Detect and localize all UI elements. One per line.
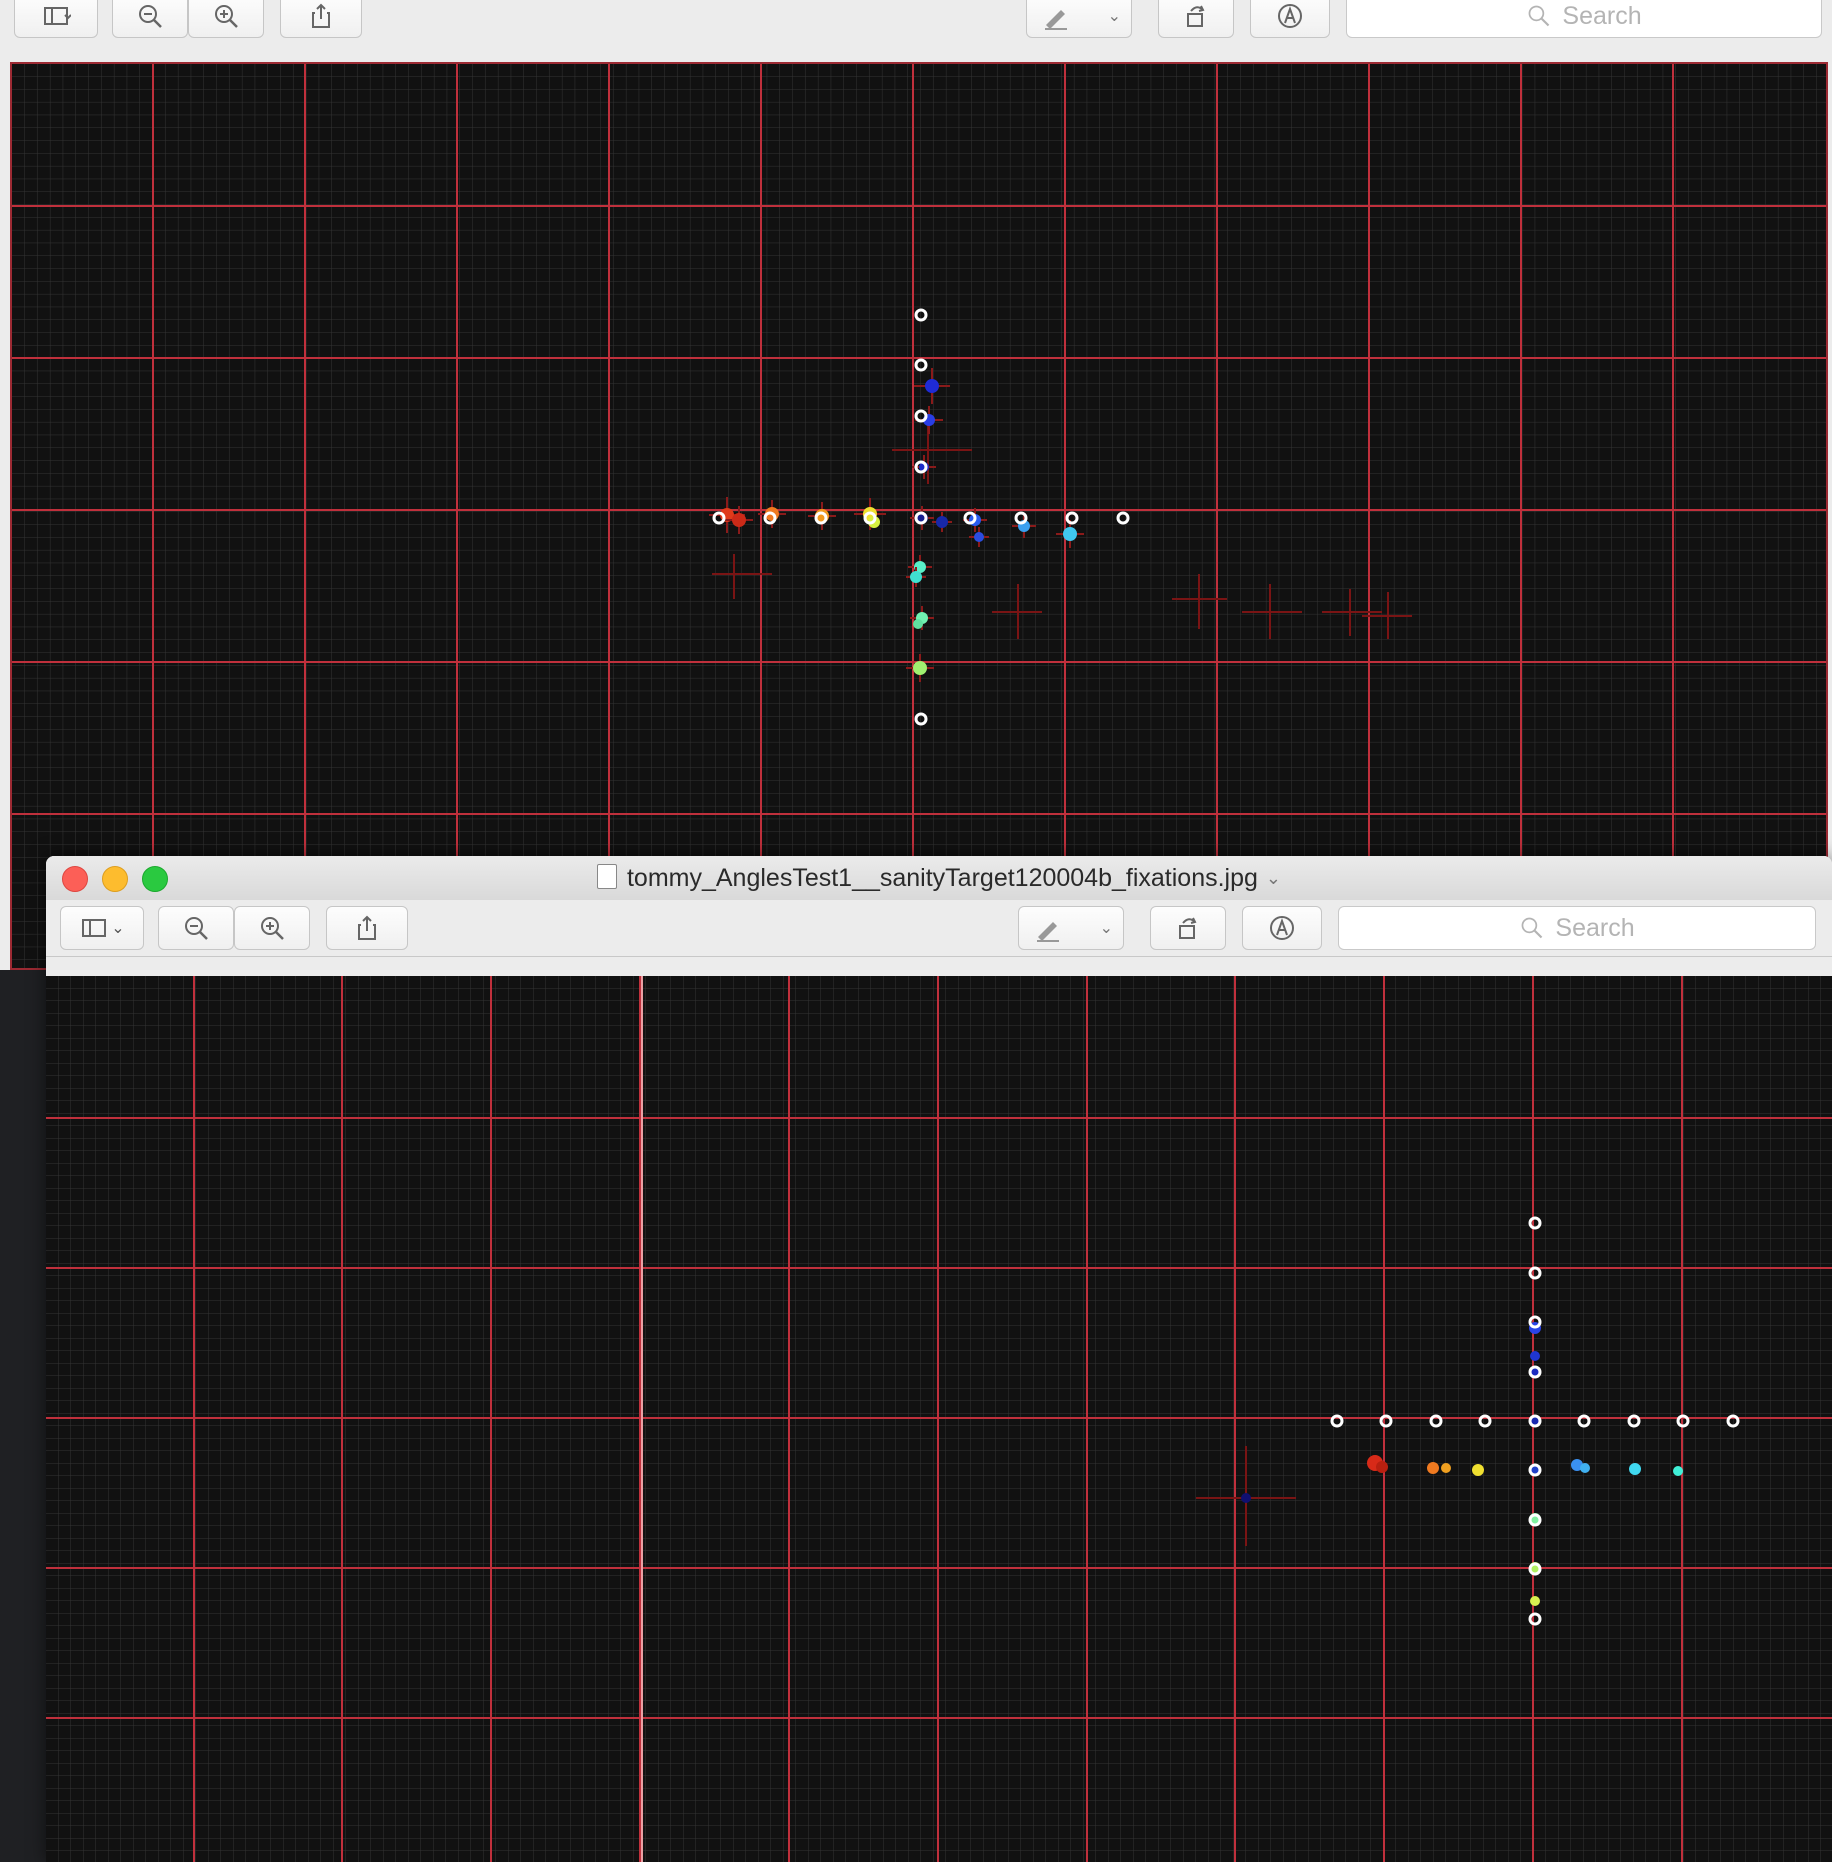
fixation-point [732,513,746,527]
annotate-button[interactable] [1242,906,1322,950]
share-icon [312,3,330,28]
chevron-down-icon: ⌄ [1099,920,1113,937]
search-field[interactable]: Search [1346,0,1822,38]
fixation-point [1241,1493,1251,1503]
sidebar-icon [82,919,107,937]
window-title-text: tommy_AnglesTest1__sanityTarget120004b_f… [626,864,1258,892]
fixation-point [1472,1464,1484,1476]
fixation-point [913,661,927,675]
zoom-in-icon [261,917,284,940]
search-icon [1528,5,1550,27]
pen-icon [1045,10,1067,30]
title-bar: tommy_AnglesTest1__sanityTarget120004b_f… [46,856,1832,900]
fixation-point [1063,527,1077,541]
fixation-point [936,516,948,528]
fixation-point [1580,1463,1590,1473]
fixation-point [1530,1351,1540,1361]
fixation-point [913,619,923,629]
sidebar-toggle-button[interactable]: ⌄ [60,906,144,950]
fixation-point [1673,1466,1683,1476]
toolbar: ⌄ ⌄ Search [46,900,1832,957]
search-placeholder: Search [1555,913,1635,942]
fixation-grid-image [12,64,1826,968]
annotate-icon [1278,4,1302,28]
fixation-point [1376,1461,1388,1473]
zoom-out-button[interactable] [158,906,234,950]
annotate-button[interactable] [1250,0,1330,38]
sidebar-icon [44,7,71,25]
zoom-out-icon [185,917,208,940]
rotate-button[interactable] [1158,0,1234,38]
search-field[interactable]: Search [1338,906,1816,950]
image-canvas[interactable] [10,62,1828,970]
search-icon [1521,917,1543,939]
window-title[interactable]: tommy_AnglesTest1__sanityTarget120004b_f… [46,864,1832,893]
zoom-in-button[interactable] [234,906,310,950]
zoom-out-button[interactable] [112,0,188,38]
fixation-point [1441,1463,1451,1473]
share-button[interactable] [280,0,362,38]
image-canvas[interactable] [46,976,1832,1862]
zoom-out-icon [139,5,162,28]
fixation-point [1427,1462,1439,1474]
share-icon [358,915,376,940]
annotate-icon [1270,916,1294,940]
sidebar-toggle-button[interactable] [14,0,98,38]
zoom-in-icon [215,5,238,28]
preview-window-back: ⌄ Search [0,0,1832,970]
fixation-grid-image [46,976,1832,1862]
chevron-down-icon: ⌄ [111,920,125,937]
fixation-point [1629,1463,1641,1475]
markup-button[interactable]: ⌄ [1026,0,1132,38]
rotate-icon [1187,5,1205,27]
pen-icon [1037,922,1059,942]
search-placeholder: Search [1562,1,1642,30]
markup-button[interactable]: ⌄ [1018,906,1124,950]
fixation-point [910,571,922,583]
document-icon [596,864,617,889]
chevron-down-icon: ⌄ [1107,8,1121,25]
fixation-point [1530,1596,1540,1606]
chevron-down-icon[interactable]: ⌄ [1266,868,1281,889]
fixation-point [925,379,939,393]
toolbar: ⌄ Search [0,0,1832,56]
fixation-point [974,532,984,542]
rotate-icon [1179,917,1197,939]
share-button[interactable] [326,906,408,950]
rotate-button[interactable] [1150,906,1226,950]
preview-window-front: tommy_AnglesTest1__sanityTarget120004b_f… [46,856,1832,1862]
zoom-in-button[interactable] [188,0,264,38]
